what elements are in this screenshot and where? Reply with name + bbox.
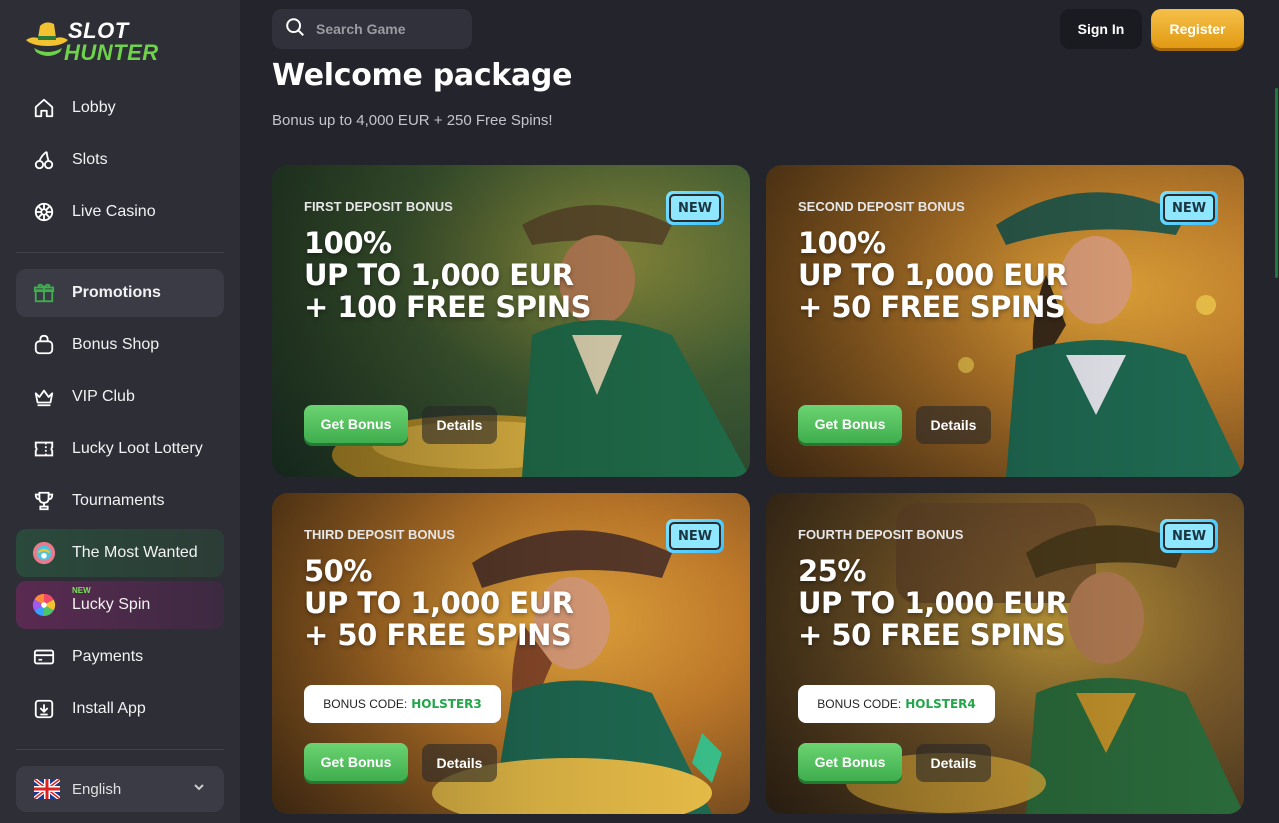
crown-icon: [32, 385, 56, 409]
details-button[interactable]: Details: [422, 744, 497, 782]
sidebar-item-label: Lucky Spin: [72, 596, 151, 613]
new-tag: NEW: [72, 586, 91, 595]
bonus-code-box[interactable]: BONUS CODE: HOLSTER3: [304, 685, 501, 723]
new-badge: NEW: [1160, 519, 1218, 553]
page-subtitle: Bonus up to 4,000 EUR + 250 Free Spins!: [272, 112, 553, 129]
page-title: Welcome package: [272, 58, 573, 93]
new-badge: NEW: [666, 191, 724, 225]
sidebar-item-bonus-shop[interactable]: Bonus Shop: [16, 321, 224, 369]
sidebar-item-label: Lucky Loot Lottery: [72, 440, 203, 457]
roulette-icon: [32, 200, 56, 224]
card-headline: 100% UP TO 1,000 EUR + 100 FREE SPINS: [304, 226, 591, 324]
card-headline: 50% UP TO 1,000 EUR + 50 FREE SPINS: [304, 554, 574, 652]
get-bonus-button[interactable]: Get Bonus: [304, 405, 408, 443]
card-kicker: THIRD DEPOSIT BONUS: [304, 527, 455, 542]
sidebar-item-promotions[interactable]: Promotions: [16, 269, 224, 317]
brand-word-hunter: HUNTER: [64, 40, 159, 65]
card-kicker: FOURTH DEPOSIT BONUS: [798, 527, 964, 542]
sidebar-item-label: Payments: [72, 648, 144, 665]
sidebar-item-label: Bonus Shop: [72, 336, 160, 353]
sidebar-item-the-most-wanted[interactable]: The Most Wanted: [16, 529, 224, 577]
register-button[interactable]: Register: [1151, 9, 1244, 48]
sidebar-item-lucky-spin[interactable]: NEW Lucky Spin: [16, 581, 224, 629]
sidebar-item-label: Install App: [72, 700, 146, 717]
brand-logo[interactable]: SLOT HUNTER: [24, 14, 158, 70]
uk-flag-icon: [34, 779, 60, 799]
sidebar-item-label: VIP Club: [72, 388, 135, 405]
cherry-icon: [32, 148, 56, 172]
sidebar-divider: [16, 252, 224, 253]
search-input[interactable]: [316, 21, 466, 37]
bonus-code-box[interactable]: BONUS CODE: HOLSTER4: [798, 685, 995, 723]
bonus-card-third: THIRD DEPOSIT BONUS 50% UP TO 1,000 EUR …: [272, 493, 750, 814]
get-bonus-button[interactable]: Get Bonus: [798, 743, 902, 781]
search-box[interactable]: [272, 9, 472, 49]
sidebar-item-slots[interactable]: Slots: [16, 136, 224, 184]
home-icon: [32, 96, 56, 120]
scrollbar-thumb[interactable]: [1275, 88, 1278, 278]
sidebar-item-label: Lobby: [72, 99, 116, 116]
sidebar-item-live-casino[interactable]: Live Casino: [16, 188, 224, 236]
details-button[interactable]: Details: [916, 406, 991, 444]
get-bonus-button[interactable]: Get Bonus: [798, 405, 902, 443]
sidebar-item-label: Promotions: [72, 284, 161, 301]
bonus-card-second: SECOND DEPOSIT BONUS 100% UP TO 1,000 EU…: [766, 165, 1244, 477]
bonus-card-first: FIRST DEPOSIT BONUS 100% UP TO 1,000 EUR…: [272, 165, 750, 477]
details-button[interactable]: Details: [916, 744, 991, 782]
card-headline: 100% UP TO 1,000 EUR + 50 FREE SPINS: [798, 226, 1068, 324]
sidebar-item-lobby[interactable]: Lobby: [16, 84, 224, 132]
card-kicker: SECOND DEPOSIT BONUS: [798, 199, 965, 214]
sidebar-item-label: Slots: [72, 151, 108, 168]
wanted-icon: [32, 541, 56, 565]
sidebar-item-lucky-loot-lottery[interactable]: Lucky Loot Lottery: [16, 425, 224, 473]
trophy-icon: [32, 489, 56, 513]
wheel-icon: [32, 593, 56, 617]
sidebar-item-label: Live Casino: [72, 203, 156, 220]
sidebar-divider: [16, 749, 224, 750]
search-icon: [284, 16, 306, 43]
ticket-icon: [32, 437, 56, 461]
sidebar-item-label: The Most Wanted: [72, 544, 198, 561]
sidebar-item-label: Tournaments: [72, 492, 165, 509]
details-button[interactable]: Details: [422, 406, 497, 444]
download-icon: [32, 697, 56, 721]
new-badge: NEW: [1160, 191, 1218, 225]
top-header: Sign In Register: [240, 0, 1279, 64]
bonus-code-label: BONUS CODE:: [817, 697, 902, 711]
card-icon: [32, 645, 56, 669]
sidebar: SLOT HUNTER Lobby Slots Live Casino Prom…: [0, 0, 240, 823]
card-headline: 25% UP TO 1,000 EUR + 50 FREE SPINS: [798, 554, 1068, 652]
new-badge: NEW: [666, 519, 724, 553]
language-selector[interactable]: English: [16, 766, 224, 812]
get-bonus-button[interactable]: Get Bonus: [304, 743, 408, 781]
bag-icon: [32, 333, 56, 357]
bonus-code-label: BONUS CODE:: [323, 697, 408, 711]
card-kicker: FIRST DEPOSIT BONUS: [304, 199, 453, 214]
bonus-card-fourth: FOURTH DEPOSIT BONUS 25% UP TO 1,000 EUR…: [766, 493, 1244, 814]
sign-in-button[interactable]: Sign In: [1060, 9, 1142, 49]
bonus-code-value: HOLSTER3: [411, 697, 482, 711]
sidebar-item-vip-club[interactable]: VIP Club: [16, 373, 224, 421]
chevron-down-icon: [192, 780, 206, 799]
language-label: English: [72, 780, 122, 798]
sidebar-item-install-app[interactable]: Install App: [16, 685, 224, 733]
bonus-code-value: HOLSTER4: [905, 697, 976, 711]
gift-icon: [32, 281, 56, 305]
sidebar-item-payments[interactable]: Payments: [16, 633, 224, 681]
sidebar-item-tournaments[interactable]: Tournaments: [16, 477, 224, 525]
